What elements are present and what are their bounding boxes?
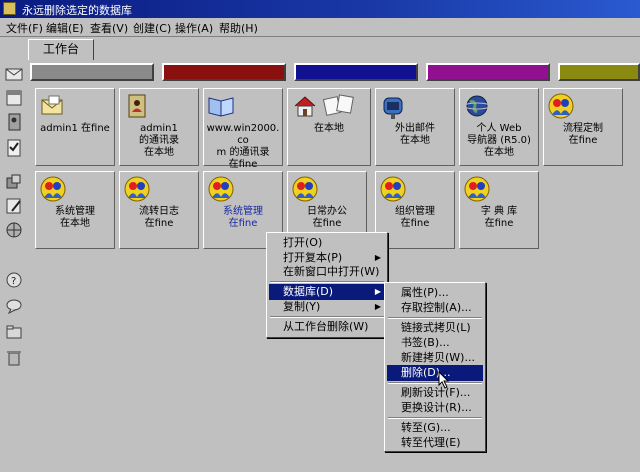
menu-help[interactable]: 帮助(H) xyxy=(219,20,258,36)
tile-label: 外出邮件 在本地 xyxy=(395,123,435,146)
trash-icon[interactable] xyxy=(4,348,24,368)
tab-workbench[interactable]: 工作台 xyxy=(28,39,94,60)
db-tile-system-admin-local[interactable]: 系统管理 在本地 xyxy=(35,171,115,249)
color-tab-red[interactable] xyxy=(162,63,286,81)
db-tile-dictionary[interactable]: 字 典 库 在fine xyxy=(459,171,539,249)
color-tab-olive[interactable] xyxy=(558,63,640,81)
tile-label: 流程定制 在fine xyxy=(563,123,603,146)
submenu-item-refresh-design[interactable]: 刷新设计(F)... xyxy=(387,385,483,401)
db-tile-local[interactable]: 在本地 xyxy=(287,88,371,166)
title-bar: 永远删除选定的数据库 xyxy=(0,0,640,18)
submenu-item-access-control[interactable]: 存取控制(A)... xyxy=(387,300,483,316)
submenu-item-new-copy[interactable]: 新建拷贝(W)... xyxy=(387,350,483,366)
db-tile-admin1-addressbook[interactable]: admin1 的通讯录 在本地 xyxy=(119,88,199,166)
tile-label: 流转日志 在fine xyxy=(139,206,179,229)
tile-label: 系统管理 在本地 xyxy=(55,206,95,229)
tile-label: 个人 Web 导航器 (R5.0) 在本地 xyxy=(467,123,531,158)
mailbox-icon xyxy=(383,97,403,119)
menu-item-copy[interactable]: 复制(Y) ▶ xyxy=(269,299,385,315)
submenu-item-go-to[interactable]: 转至(G)... xyxy=(387,420,483,436)
menu-separator xyxy=(388,382,482,384)
db-tile-win2000-addressbook[interactable]: www.win2000.co m 的通讯录 在fine xyxy=(203,88,283,170)
db-tile-workflow-custom[interactable]: 流程定制 在fine xyxy=(543,88,623,166)
context-menu: 打开(O) 打开复本(P) ▶ 在新窗口中打开(W) 数据库(D) ▶ 复制(Y) ▶… xyxy=(266,232,388,338)
tile-label: admin1 的通讯录 在本地 xyxy=(139,123,179,158)
tile-label: 在本地 xyxy=(314,123,344,134)
menu-view[interactable]: 查看(V) xyxy=(90,20,128,36)
menu-separator xyxy=(388,417,482,419)
window-title: 永远删除选定的数据库 xyxy=(22,4,132,17)
color-tab-purple[interactable] xyxy=(426,63,550,81)
people-icon xyxy=(292,176,318,202)
submenu-arrow-icon: ▶ xyxy=(374,302,381,311)
menu-actions[interactable]: 操作(A) xyxy=(175,20,213,36)
replicator-icon[interactable] xyxy=(4,172,24,192)
menu-item-database[interactable]: 数据库(D) ▶ xyxy=(269,284,385,300)
menu-separator xyxy=(270,316,384,318)
tile-label: admin1 在fine xyxy=(40,123,110,134)
submenu-item-link-copy[interactable]: 链接式拷贝(L) xyxy=(387,320,483,336)
people-icon xyxy=(208,176,234,202)
help-icon[interactable]: ? xyxy=(4,270,24,290)
edit-icon[interactable] xyxy=(4,196,24,216)
submenu-item-go-to-agent[interactable]: 转至代理(E) xyxy=(387,435,483,451)
discussion-icon[interactable] xyxy=(4,296,24,316)
menu-separator xyxy=(388,317,482,319)
tile-label: 日常办公 在fine xyxy=(307,206,347,229)
menu-file[interactable]: 文件(F) xyxy=(6,20,43,36)
people-icon xyxy=(380,176,406,202)
mail-envelope-icon xyxy=(41,95,63,115)
address-book-icon[interactable] xyxy=(4,112,24,132)
people-icon xyxy=(548,93,574,119)
db-tile-admin1-mail[interactable]: admin1 在fine xyxy=(35,88,115,166)
db-tile-web-navigator[interactable]: 个人 Web 导航器 (R5.0) 在本地 xyxy=(459,88,539,166)
house-icon xyxy=(294,96,316,117)
menu-separator xyxy=(270,281,384,283)
address-book-icon xyxy=(128,94,146,118)
submenu-item-replace-design[interactable]: 更换设计(R)... xyxy=(387,400,483,416)
tile-label: 字 典 库 在fine xyxy=(480,206,518,229)
menu-edit[interactable]: 编辑(E) xyxy=(46,20,84,36)
svg-text:?: ? xyxy=(11,276,16,287)
open-book-icon xyxy=(208,97,234,117)
menu-item-open[interactable]: 打开(O) xyxy=(269,235,385,251)
globe-icon xyxy=(463,95,491,117)
menu-item-remove-from-workbench[interactable]: 从工作台删除(W) xyxy=(269,319,385,335)
submenu-item-properties[interactable]: 属性(P)... xyxy=(387,285,483,301)
color-tab-gray[interactable] xyxy=(30,63,154,81)
calendar-icon[interactable] xyxy=(4,88,24,108)
tile-label: 组织管理 在fine xyxy=(395,206,435,229)
people-icon xyxy=(464,176,490,202)
color-tab-blue[interactable] xyxy=(294,63,418,81)
people-icon xyxy=(124,176,150,202)
tab-bar: 工作台 xyxy=(0,37,640,61)
submenu-arrow-icon: ▶ xyxy=(374,287,381,296)
mail-icon[interactable] xyxy=(4,64,24,84)
mouse-cursor-icon xyxy=(438,371,450,389)
tile-label: www.win2000.co m 的通讯录 在fine xyxy=(206,123,280,170)
app-icon xyxy=(3,2,16,15)
db-tile-flow-log[interactable]: 流转日志 在fine xyxy=(119,171,199,249)
submenu-item-delete[interactable]: 删除(D)... xyxy=(387,365,483,381)
database-submenu: 属性(P)... 存取控制(A)... 链接式拷贝(L) 书签(B)... 新建… xyxy=(384,282,486,452)
menu-item-open-new-window[interactable]: 在新窗口中打开(W) xyxy=(269,264,385,280)
folder-icon[interactable] xyxy=(4,322,24,342)
menu-bar: 文件(F) 编辑(E) 查看(V) 创建(C) 操作(A) 帮助(H) xyxy=(0,18,640,37)
submenu-item-bookmark[interactable]: 书签(B)... xyxy=(387,335,483,351)
todo-icon[interactable] xyxy=(4,138,24,158)
people-icon xyxy=(40,176,66,202)
documents-icon xyxy=(322,94,354,116)
tile-label: 系统管理 在fine xyxy=(223,206,263,229)
web-icon[interactable] xyxy=(4,220,24,240)
db-tile-outgoing-mail[interactable]: 外出邮件 在本地 xyxy=(375,88,455,166)
menu-create[interactable]: 创建(C) xyxy=(133,20,171,36)
left-toolbar: ? xyxy=(0,60,29,472)
